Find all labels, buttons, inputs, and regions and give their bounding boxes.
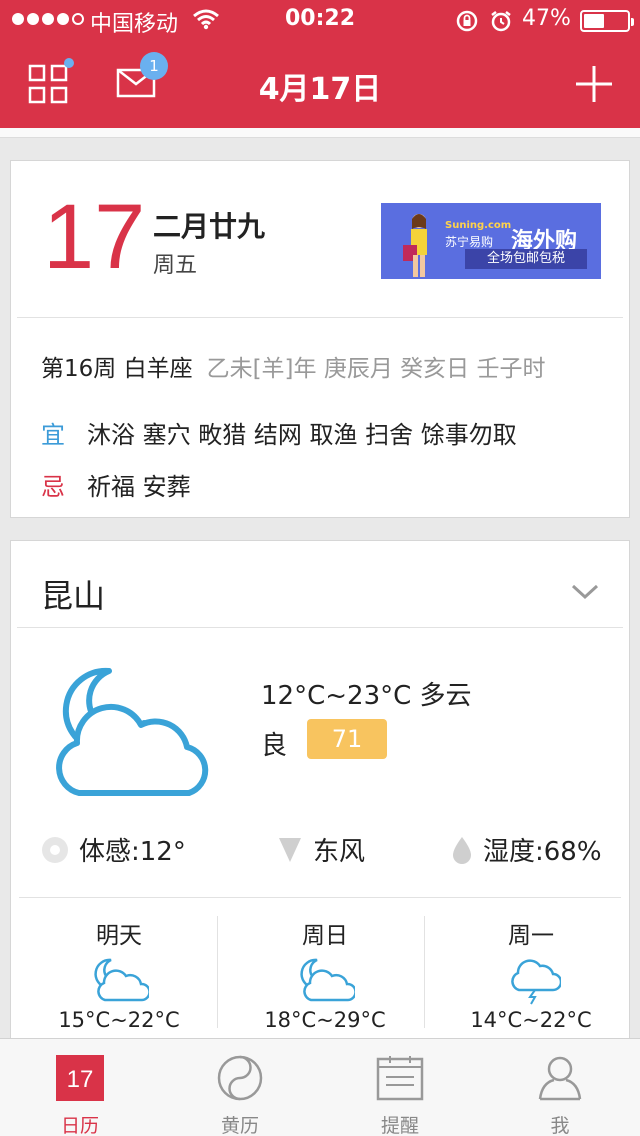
forecast-item[interactable]: 周一 14°C~22°C: [431, 916, 631, 1032]
forecast-divider: [424, 916, 425, 1028]
forecast-day: 周日: [302, 923, 348, 949]
city-name: 昆山: [41, 577, 106, 615]
feels-like-text: 体感:12°: [79, 837, 186, 867]
yi-items: 沐浴 塞穴 畋猎 结网 取渔 扫舍 馀事勿取: [87, 421, 517, 449]
top-bar: 中国移动 00:22 47% 1 4月17日: [0, 0, 640, 128]
tab-label: 提醒: [380, 1115, 419, 1136]
forecast-range: 15°C~22°C: [58, 1008, 180, 1032]
ji-row: 忌祈福 安葬: [41, 467, 191, 502]
battery-percent: 47%: [522, 6, 571, 31]
battery-fill: [584, 14, 604, 28]
sun-icon: [42, 836, 68, 863]
ad-brand-cn: 苏宁易购: [445, 235, 494, 249]
day-number: 17: [43, 186, 146, 288]
wind-text: 东风: [313, 837, 366, 867]
battery-icon: [580, 10, 634, 32]
thunderstorm-icon: [511, 959, 563, 1005]
tab-almanac[interactable]: 黄历: [160, 1039, 320, 1136]
ad-brand: Suning.com: [445, 220, 512, 231]
tab-label: 黄历: [220, 1115, 259, 1136]
tab-label: 日历: [60, 1115, 99, 1136]
forecast-item[interactable]: 明天 15°C~22°C: [19, 916, 219, 1032]
forecast-range: 18°C~29°C: [264, 1008, 386, 1032]
humidity: 湿度:68%: [451, 831, 602, 868]
tab-calendar[interactable]: 17 日历: [0, 1039, 160, 1136]
divider: [17, 317, 623, 318]
partly-cloudy-night-icon: [56, 667, 209, 796]
droplet-icon: [453, 836, 471, 864]
feels-like: 体感:12°: [41, 831, 186, 868]
week-zodiac: 第16周 白羊座: [41, 356, 193, 382]
partly-cloudy-night-icon: [94, 958, 151, 1002]
aqi-label: 良: [261, 731, 288, 761]
temperature-range: 12°C~23°C 多云: [261, 681, 472, 711]
user-icon: [538, 1056, 582, 1101]
wind: 东风: [277, 831, 365, 868]
rotation-lock-icon: [456, 10, 478, 32]
calendar-icon: 17: [56, 1055, 104, 1101]
add-button[interactable]: [572, 62, 616, 106]
shopper-illustration: [403, 214, 427, 277]
humidity-text: 湿度:68%: [483, 837, 602, 867]
ji-items: 祈福 安葬: [87, 473, 191, 501]
forecast-row: 明天 15°C~22°C 周日 18°C~29°C 周一 14°C~22°C: [19, 897, 621, 1037]
ganzhi-text: 乙未[羊]年 庚辰月 癸亥日 壬子时: [206, 356, 546, 382]
tab-bar: 17 日历 黄历 提醒 我: [0, 1038, 640, 1136]
calendar-card[interactable]: 17 二月廿九 周五 Suning.com 苏宁易购 海外购 全场包邮包税 第1…: [10, 160, 630, 518]
forecast-divider: [217, 916, 218, 1028]
chevron-down-icon[interactable]: [571, 583, 599, 601]
forecast-item[interactable]: 周日 18°C~29°C: [225, 916, 425, 1032]
plus-icon: [576, 66, 612, 102]
forecast-day: 明天: [96, 923, 142, 949]
divider: [17, 627, 623, 628]
forecast-range: 14°C~22°C: [470, 1008, 592, 1032]
week-ganzhi-row: 第16周 白羊座 乙未[羊]年 庚辰月 癸亥日 壬子时: [41, 349, 545, 383]
partly-cloudy-night-icon: [300, 958, 357, 1002]
weather-card[interactable]: 昆山 12°C~23°C 多云 良 71 体感:12° 东风 湿度:68% 明天: [10, 540, 630, 1060]
forecast-day: 周一: [508, 923, 554, 949]
wind-direction-icon: [279, 837, 301, 862]
tab-me[interactable]: 我: [480, 1039, 640, 1136]
tab-reminders[interactable]: 提醒: [320, 1039, 480, 1136]
yi-label: 宜: [41, 421, 65, 449]
ad-banner[interactable]: Suning.com 苏宁易购 海外购 全场包邮包税: [381, 203, 601, 279]
reminder-icon: [376, 1056, 424, 1101]
lunar-date: 二月廿九: [153, 210, 266, 243]
weekday: 周五: [153, 253, 198, 278]
aqi-badge: 71: [307, 719, 387, 759]
page-title[interactable]: 4月17日: [0, 64, 640, 108]
tab-label: 我: [550, 1115, 570, 1136]
ad-strip: 全场包邮包税: [465, 249, 587, 269]
ji-label: 忌: [41, 473, 65, 501]
header-shadow: [0, 128, 640, 138]
status-bar: 中国移动 00:22 47%: [0, 0, 640, 40]
alarm-icon: [491, 11, 511, 32]
taiji-icon: [217, 1055, 263, 1101]
yi-row: 宜沐浴 塞穴 畋猎 结网 取渔 扫舍 馀事勿取: [41, 415, 517, 450]
